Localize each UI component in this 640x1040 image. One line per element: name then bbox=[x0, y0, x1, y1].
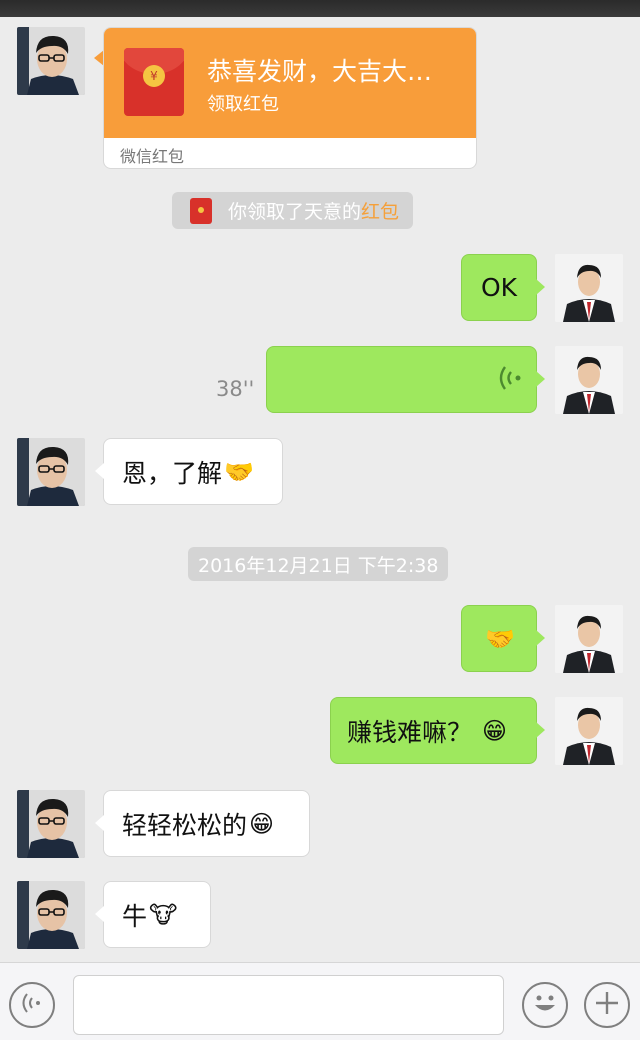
message-bubble-easy[interactable]: 轻轻松松的 😁 bbox=[95, 790, 310, 857]
my-avatar[interactable] bbox=[555, 697, 623, 765]
status-bar bbox=[0, 0, 640, 17]
red-packet-card[interactable]: ¥ 恭喜发财，大吉大… 领取红包 微信红包 bbox=[103, 27, 477, 169]
emoji-button[interactable] bbox=[522, 982, 568, 1028]
message-bubble-handshake[interactable]: 🤝 bbox=[461, 605, 545, 672]
sender-avatar[interactable] bbox=[17, 790, 85, 858]
voice-icon bbox=[20, 991, 44, 1019]
message-input[interactable] bbox=[73, 975, 504, 1035]
red-packet-title: 恭喜发财，大吉大… bbox=[207, 57, 433, 86]
message-bubble-question[interactable]: 赚钱难嘛？ 😁 bbox=[330, 697, 545, 764]
my-avatar[interactable] bbox=[555, 605, 623, 673]
red-packet-small-icon bbox=[190, 197, 212, 224]
handshake-icon: 🤝 bbox=[485, 624, 515, 653]
input-bar bbox=[0, 962, 640, 1040]
message-bubble-niu[interactable]: 牛 🐮 bbox=[95, 881, 211, 948]
grin-icon: 😁 bbox=[482, 716, 508, 745]
voice-wave-icon bbox=[498, 363, 522, 397]
red-packet-link[interactable]: 红包 bbox=[361, 197, 399, 224]
voice-input-button[interactable] bbox=[9, 982, 55, 1028]
red-packet-received-notice: 你领取了天意的 红包 bbox=[172, 192, 414, 229]
more-options-button[interactable] bbox=[584, 982, 630, 1028]
emoji-icon bbox=[528, 986, 562, 1024]
cow-icon: 🐮 bbox=[149, 900, 178, 929]
red-packet-subtitle: 领取红包 bbox=[207, 94, 279, 115]
message-bubble-understood[interactable]: 恩，了解 🤝 bbox=[95, 438, 283, 505]
sender-avatar[interactable] bbox=[17, 881, 85, 949]
red-packet-footer: 微信红包 bbox=[120, 147, 185, 166]
red-packet-icon: ¥ bbox=[124, 48, 184, 116]
plus-icon bbox=[593, 989, 621, 1021]
my-avatar[interactable] bbox=[555, 254, 623, 322]
timestamp: 2016年12月21日 下午2:38 bbox=[188, 547, 449, 581]
voice-message-bubble[interactable] bbox=[266, 346, 545, 413]
voice-duration: 38'' bbox=[216, 377, 255, 401]
my-avatar[interactable] bbox=[555, 346, 623, 414]
message-bubble-ok[interactable]: OK bbox=[461, 254, 545, 321]
sender-avatar[interactable] bbox=[17, 27, 85, 95]
sender-avatar[interactable] bbox=[17, 438, 85, 506]
grin-icon: 😁 bbox=[249, 809, 275, 838]
handshake-icon: 🤝 bbox=[224, 457, 254, 486]
